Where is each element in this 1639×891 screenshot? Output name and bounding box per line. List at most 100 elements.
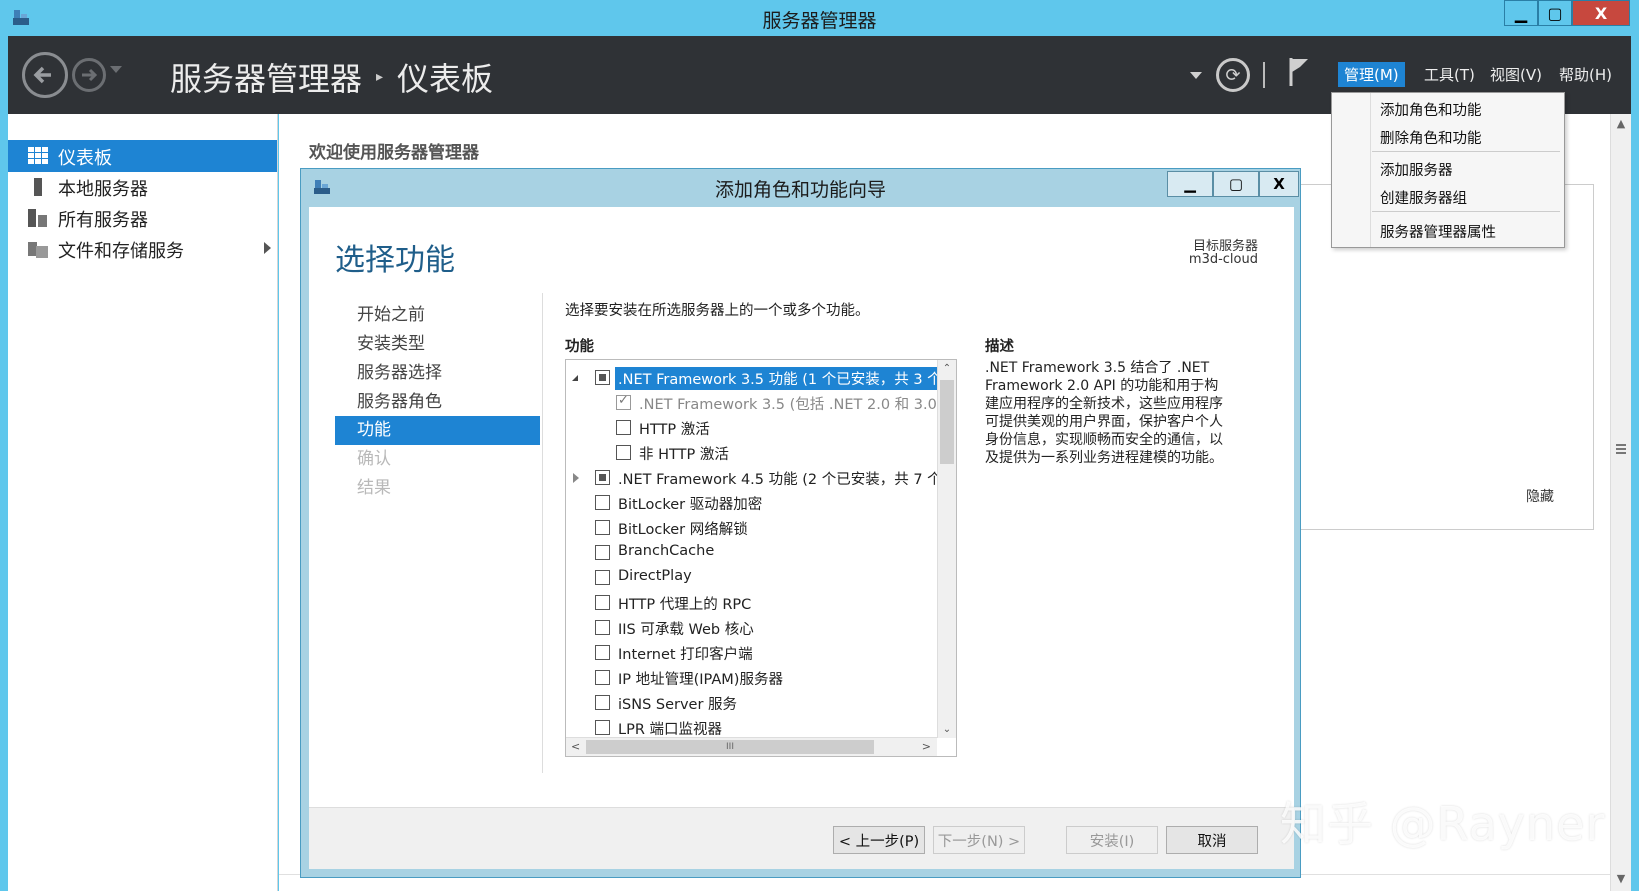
- menu-help[interactable]: 帮助(H): [1553, 62, 1618, 87]
- header-dropdown-icon[interactable]: [1190, 72, 1202, 79]
- menu-item-properties[interactable]: 服务器管理器属性: [1380, 221, 1496, 242]
- feature-checkbox[interactable]: [595, 695, 610, 710]
- wizard-maximize-button[interactable]: ▢: [1213, 171, 1259, 197]
- feature-checkbox[interactable]: [595, 645, 610, 660]
- menu-manage[interactable]: 管理(M): [1338, 62, 1405, 87]
- hide-link[interactable]: 隐藏: [1526, 486, 1554, 506]
- main-scrollbar[interactable]: ▲ ▼: [1610, 114, 1631, 891]
- sidebar-item-label: 本地服务器: [58, 179, 148, 200]
- scroll-right-icon[interactable]: >: [922, 740, 931, 753]
- feature-checkbox[interactable]: [595, 495, 610, 510]
- breadcrumb: 服务器管理器 ▸ 仪表板: [170, 54, 493, 100]
- sidebar-item-local-server[interactable]: 本地服务器: [8, 171, 277, 203]
- tree-row[interactable]: Internet 打印客户端: [566, 641, 936, 665]
- scroll-up-icon[interactable]: ⌃: [941, 363, 953, 374]
- maximize-button[interactable]: ▢: [1538, 0, 1572, 26]
- scroll-up-icon[interactable]: ▲: [1615, 118, 1627, 130]
- feature-checkbox[interactable]: [616, 445, 631, 460]
- menu-tools[interactable]: 工具(T): [1418, 62, 1481, 87]
- tree-row[interactable]: BitLocker 网络解锁: [566, 516, 936, 540]
- sidebar: 仪表板 本地服务器 所有服务器 文件和存储服务: [8, 114, 278, 891]
- tree-row[interactable]: iSNS Server 服务: [566, 691, 936, 715]
- scroll-thumb[interactable]: III: [586, 740, 874, 754]
- feature-checkbox[interactable]: [595, 720, 610, 735]
- menu-item-add-servers[interactable]: 添加服务器: [1380, 159, 1453, 180]
- feature-checkbox[interactable]: [595, 570, 610, 585]
- next-button[interactable]: 下一步(N) >: [933, 826, 1025, 854]
- tree-row[interactable]: BranchCache: [566, 541, 936, 565]
- close-icon: X: [1594, 3, 1608, 23]
- scroll-down-icon[interactable]: ▼: [1615, 873, 1627, 885]
- step-server-selection[interactable]: 服务器选择: [335, 359, 540, 388]
- features-horizontal-scrollbar[interactable]: < III >: [566, 737, 937, 756]
- tree-row[interactable]: .NET Framework 3.5 功能 (1 个已安装，共 3 个): [566, 366, 951, 390]
- install-button[interactable]: 安装(I): [1066, 826, 1158, 854]
- tree-row[interactable]: .NET Framework 4.5 功能 (2 个已安装，共 7 个): [566, 466, 947, 490]
- close-button[interactable]: X: [1572, 0, 1630, 26]
- expand-icon[interactable]: [573, 473, 579, 483]
- step-before-you-begin[interactable]: 开始之前: [335, 301, 540, 330]
- features-vertical-scrollbar[interactable]: ⌃ ⌄: [937, 360, 956, 738]
- expand-arrow-icon[interactable]: [264, 242, 271, 254]
- menu-item-remove-roles[interactable]: 删除角色和功能: [1380, 127, 1482, 148]
- breadcrumb-current: 仪表板: [397, 60, 494, 98]
- scroll-grip-icon[interactable]: [1616, 444, 1626, 454]
- refresh-button[interactable]: ⟳: [1216, 58, 1250, 92]
- tree-row[interactable]: IIS 可承载 Web 核心: [566, 616, 936, 640]
- step-installation-type[interactable]: 安装类型: [335, 330, 540, 359]
- menu-item-add-roles[interactable]: 添加角色和功能: [1380, 99, 1482, 120]
- step-features[interactable]: 功能: [335, 416, 540, 445]
- sidebar-item-file-storage[interactable]: 文件和存储服务: [8, 233, 277, 265]
- tree-row[interactable]: IP 地址管理(IPAM)服务器: [566, 666, 936, 690]
- wizard-body: 选择功能 目标服务器 m3d-cloud 开始之前 安装类型 服务器选择 服务器…: [309, 207, 1294, 807]
- forward-button[interactable]: [72, 58, 106, 92]
- feature-label: .NET Framework 4.5 功能 (2 个已安装，共 7 个): [618, 472, 948, 488]
- scroll-thumb[interactable]: [940, 380, 954, 464]
- sidebar-item-all-servers[interactable]: 所有服务器: [8, 202, 277, 234]
- scroll-down-icon[interactable]: ⌄: [941, 724, 953, 735]
- history-dropdown-icon[interactable]: [110, 66, 122, 73]
- minimize-button[interactable]: ▁: [1504, 0, 1538, 26]
- menu-view[interactable]: 视图(V): [1484, 62, 1548, 87]
- feature-checkbox[interactable]: [595, 545, 610, 560]
- tree-row[interactable]: HTTP 代理上的 RPC: [566, 591, 936, 615]
- welcome-heading: 欢迎使用服务器管理器: [309, 143, 479, 163]
- tree-row[interactable]: 非 HTTP 激活: [566, 441, 936, 465]
- feature-checkbox[interactable]: [595, 520, 610, 535]
- feature-label: HTTP 激活: [639, 422, 710, 438]
- previous-button[interactable]: < 上一步(P): [833, 826, 925, 854]
- breadcrumb-root[interactable]: 服务器管理器: [170, 54, 362, 100]
- tree-row[interactable]: HTTP 激活: [566, 416, 936, 440]
- dashboard-icon: [28, 147, 48, 164]
- wizard-minimize-button[interactable]: ▁: [1167, 171, 1213, 197]
- feature-checkbox[interactable]: [616, 420, 631, 435]
- notifications-flag-icon[interactable]: [1288, 56, 1310, 88]
- menu-separator: [1372, 211, 1560, 212]
- menu-item-create-server-group[interactable]: 创建服务器组: [1380, 187, 1467, 208]
- feature-checkbox[interactable]: [595, 595, 610, 610]
- scroll-left-icon[interactable]: <: [571, 740, 580, 753]
- tree-row[interactable]: BitLocker 驱动器加密: [566, 491, 936, 515]
- feature-label: DirectPlay: [618, 568, 692, 584]
- watermark-text: 知乎 @Rayner: [1280, 797, 1606, 851]
- step-server-roles[interactable]: 服务器角色: [335, 388, 540, 417]
- cancel-button[interactable]: 取消: [1166, 826, 1258, 854]
- feature-checkbox[interactable]: [595, 370, 610, 385]
- tree-row[interactable]: .NET Framework 3.5 (包括 .NET 2.0 和 3.0) (…: [566, 391, 956, 415]
- menu-gutter: [1370, 93, 1371, 247]
- wizard-page-heading: 选择功能: [335, 243, 455, 278]
- servers-icon: [28, 209, 47, 227]
- feature-checkbox[interactable]: [595, 470, 610, 485]
- window-title: 服务器管理器: [762, 10, 877, 32]
- sidebar-item-dashboard[interactable]: 仪表板: [8, 140, 277, 172]
- feature-checkbox[interactable]: [595, 670, 610, 685]
- tree-row[interactable]: DirectPlay: [566, 566, 936, 590]
- menu-separator: [1372, 151, 1560, 152]
- feature-label: BranchCache: [618, 543, 715, 559]
- feature-checkbox[interactable]: [595, 620, 610, 635]
- collapse-icon[interactable]: [572, 375, 578, 381]
- sidebar-item-label: 文件和存储服务: [58, 241, 184, 262]
- back-button[interactable]: [22, 52, 68, 98]
- wizard-close-button[interactable]: X: [1259, 171, 1299, 197]
- breadcrumb-separator-icon: ▸: [376, 69, 384, 85]
